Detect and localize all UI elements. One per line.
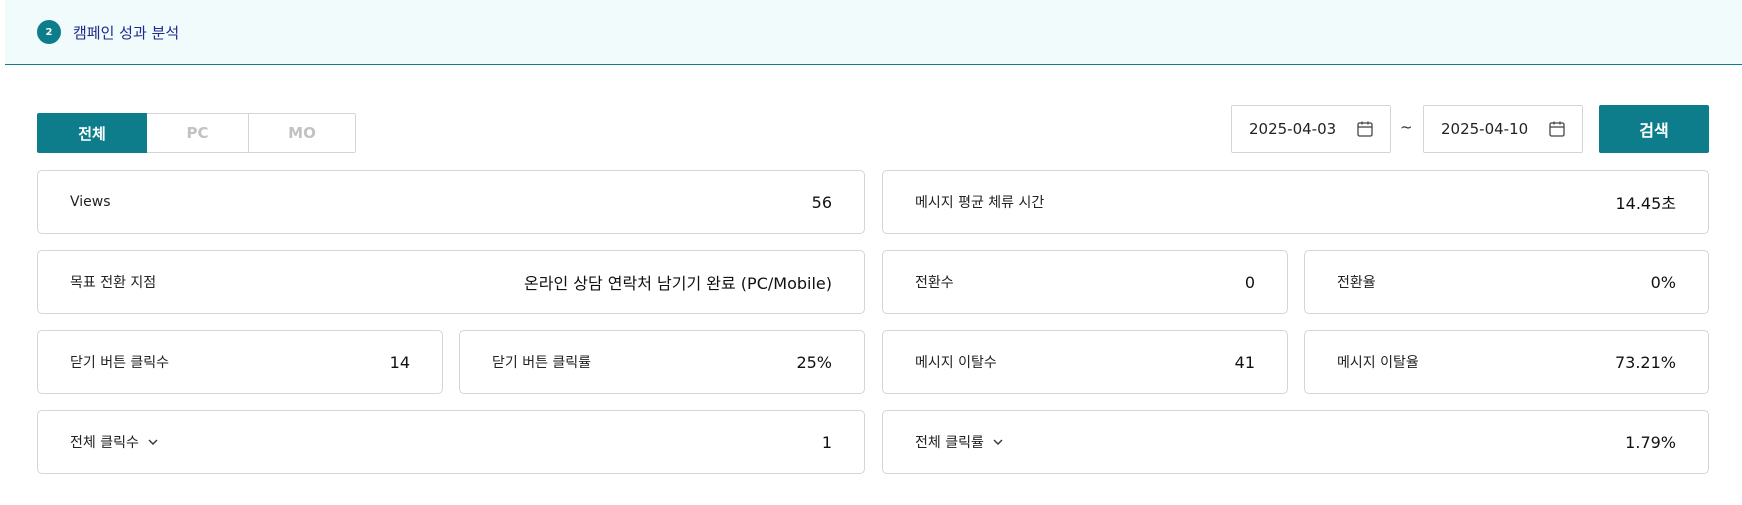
close-click-rate-label: 닫기 버튼 클릭률 [492, 355, 592, 371]
avg-stay-card: 메시지 평균 체류 시간 14.45초 [882, 170, 1709, 234]
end-date-value: 2025-04-10 [1441, 120, 1529, 138]
total-clicks-label: 전체 클릭수 [70, 435, 139, 451]
end-date-field[interactable]: 2025-04-10 [1423, 105, 1583, 153]
views-value: 56 [811, 192, 832, 212]
views-card: Views 56 [37, 170, 865, 234]
close-clicks-label: 닫기 버튼 클릭수 [70, 355, 170, 371]
total-clicks-value: 1 [821, 432, 832, 452]
chevron-down-icon[interactable] [147, 436, 159, 448]
conversion-rate-label: 전환율 [1337, 275, 1376, 291]
conversions-label: 전환수 [915, 275, 954, 291]
total-clicks-toggle[interactable]: 전체 클릭수 [70, 432, 159, 452]
views-label: Views [70, 194, 111, 210]
calendar-icon[interactable] [1356, 120, 1374, 138]
conversions-value: 0 [1244, 272, 1255, 292]
avg-stay-label: 메시지 평균 체류 시간 [915, 195, 1045, 211]
section-header: 2 캠페인 성과 분석 [5, 0, 1742, 65]
tab-pc[interactable]: PC [147, 113, 249, 153]
close-clicks-card: 닫기 버튼 클릭수 14 [37, 330, 443, 394]
date-separator: ~ [1400, 118, 1413, 136]
bounce-rate-label: 메시지 이탈율 [1337, 355, 1419, 371]
calendar-icon[interactable] [1548, 120, 1566, 138]
bounces-value: 41 [1234, 352, 1255, 372]
bounce-rate-card: 메시지 이탈율 73.21% [1304, 330, 1709, 394]
total-click-rate-value: 1.79% [1625, 432, 1676, 452]
step-badge: 2 [37, 20, 61, 44]
section-title: 캠페인 성과 분석 [73, 23, 180, 42]
search-button[interactable]: 검색 [1599, 105, 1709, 153]
start-date-field[interactable]: 2025-04-03 [1231, 105, 1391, 153]
conversion-rate-card: 전환율 0% [1304, 250, 1709, 314]
total-click-rate-toggle[interactable]: 전체 클릭률 [915, 432, 1004, 452]
device-tabs: 전체 PC MO [37, 113, 356, 153]
tab-all[interactable]: 전체 [37, 113, 147, 153]
chevron-down-icon[interactable] [992, 436, 1004, 448]
close-click-rate-value: 25% [796, 352, 832, 372]
close-click-rate-card: 닫기 버튼 클릭률 25% [459, 330, 865, 394]
tab-mo[interactable]: MO [249, 113, 356, 153]
goal-point-card: 목표 전환 지점 온라인 상담 연락처 남기기 완료 (PC/Mobile) [37, 250, 865, 314]
close-clicks-value: 14 [389, 352, 410, 372]
conversions-card: 전환수 0 [882, 250, 1288, 314]
goal-point-label: 목표 전환 지점 [70, 275, 157, 291]
avg-stay-value: 14.45초 [1615, 194, 1676, 213]
bounces-card: 메시지 이탈수 41 [882, 330, 1288, 394]
total-click-rate-label: 전체 클릭률 [915, 435, 984, 451]
bounce-rate-value: 73.21% [1614, 352, 1676, 372]
goal-point-value: 온라인 상담 연락처 남기기 완료 (PC/Mobile) [524, 274, 832, 293]
total-clicks-card: 전체 클릭수 1 [37, 410, 865, 474]
start-date-value: 2025-04-03 [1249, 120, 1337, 138]
bounces-label: 메시지 이탈수 [915, 355, 997, 371]
total-click-rate-card: 전체 클릭률 1.79% [882, 410, 1709, 474]
conversion-rate-value: 0% [1650, 272, 1676, 292]
